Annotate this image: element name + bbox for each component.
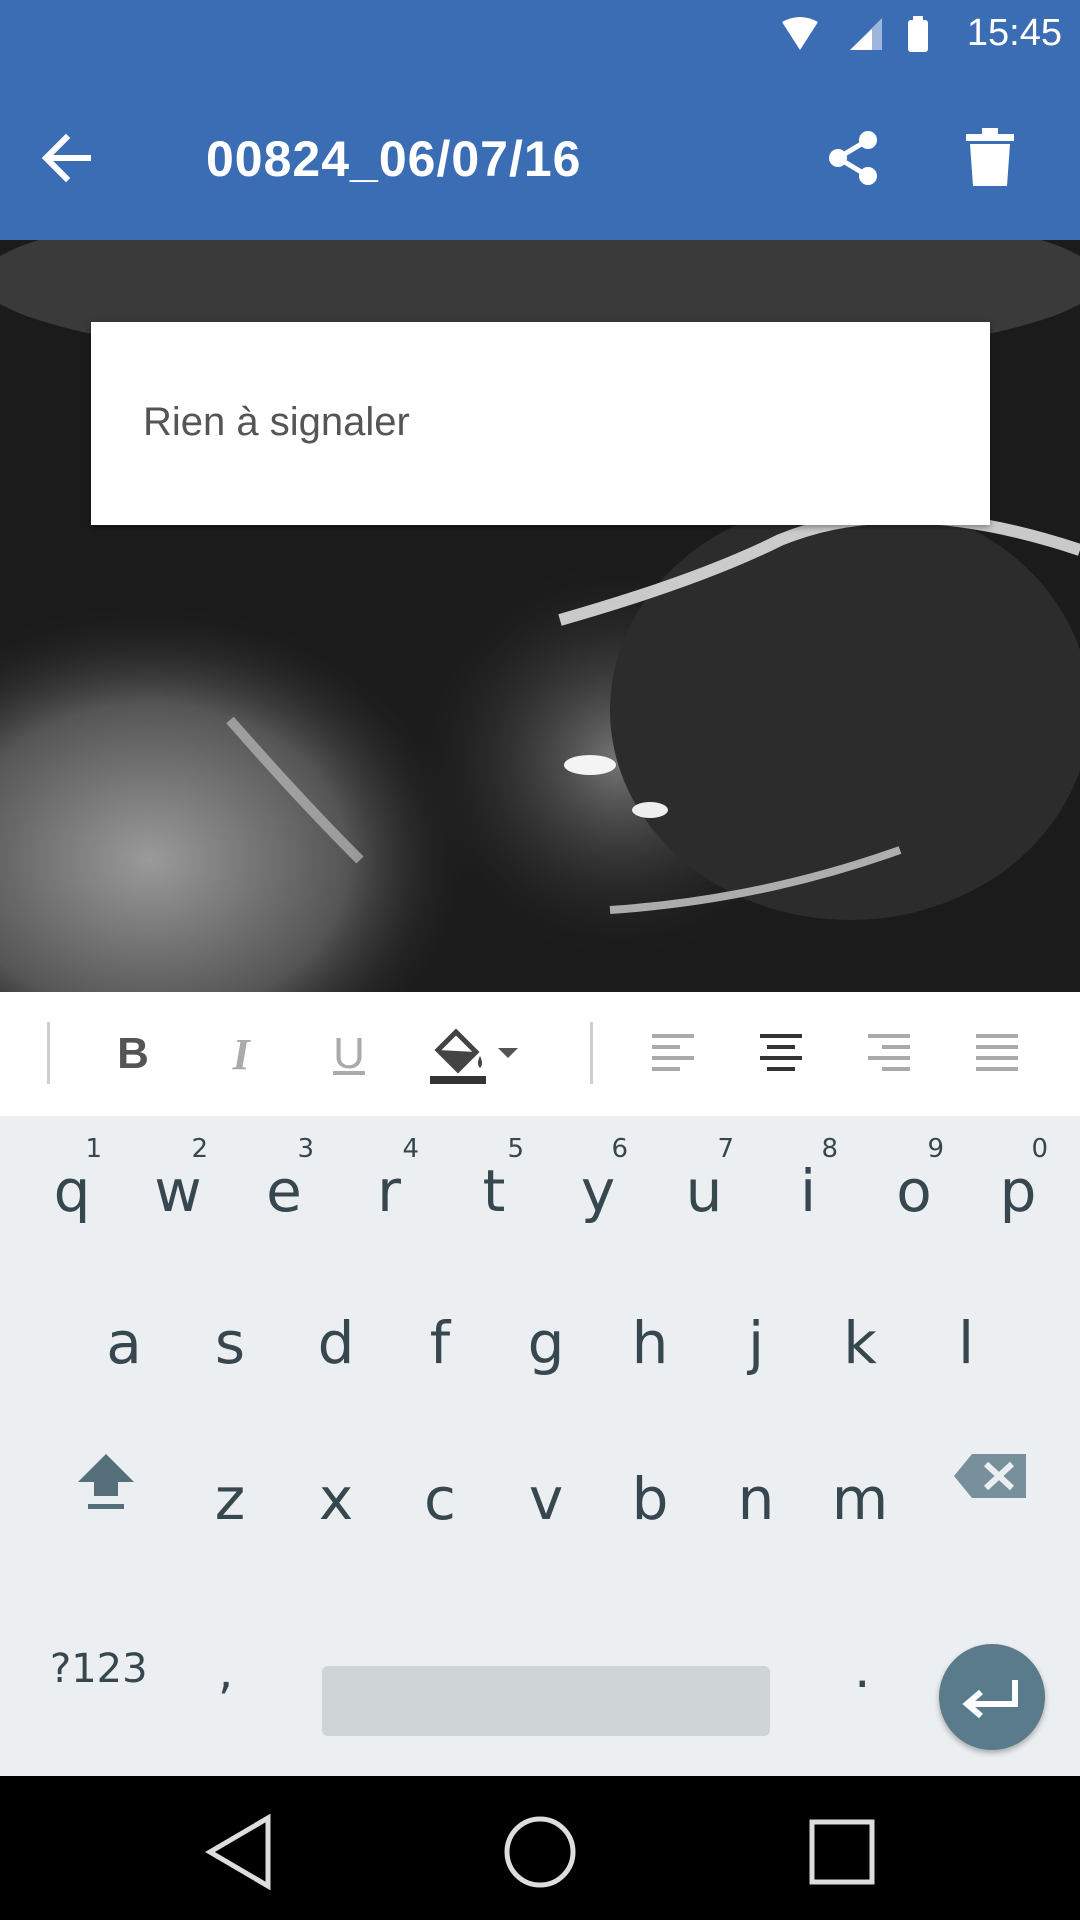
key-t[interactable]: 5t — [442, 1116, 546, 1236]
fill-color-button[interactable] — [428, 1022, 528, 1086]
underline-icon: U — [333, 1029, 365, 1078]
key-v[interactable]: v — [494, 1424, 598, 1544]
delete-button[interactable] — [960, 126, 1020, 190]
key-h[interactable]: h — [598, 1268, 702, 1388]
key-y[interactable]: 6y — [546, 1116, 650, 1236]
key-w[interactable]: 2w — [126, 1116, 230, 1236]
italic-icon: I — [232, 1029, 250, 1079]
key-n[interactable]: n — [704, 1424, 808, 1544]
align-center-button[interactable] — [746, 1022, 816, 1086]
symbols-key[interactable]: ?123 — [50, 1646, 148, 1692]
arrow-left-icon — [41, 133, 91, 183]
key-e[interactable]: 3e — [232, 1116, 336, 1236]
key-i[interactable]: 8i — [756, 1116, 860, 1236]
key-z[interactable]: z — [178, 1424, 282, 1544]
key-q[interactable]: 1q — [20, 1116, 124, 1236]
wifi-icon — [782, 17, 818, 50]
comma-key[interactable]: , — [218, 1644, 233, 1700]
navigation-bar — [0, 1776, 1080, 1920]
nav-home-button[interactable] — [500, 1812, 580, 1892]
shift-key[interactable] — [54, 1416, 158, 1536]
key-p[interactable]: 0p — [966, 1116, 1070, 1236]
nav-back-button[interactable] — [198, 1812, 278, 1892]
underline-button[interactable]: U — [314, 1022, 384, 1086]
enter-icon — [962, 1680, 1018, 1719]
triangle-back-icon — [205, 1813, 271, 1891]
note-card[interactable]: Rien à signaler — [91, 322, 990, 525]
align-right-icon — [868, 1034, 910, 1071]
enter-button[interactable] — [939, 1644, 1045, 1750]
key-a[interactable]: a — [72, 1268, 176, 1388]
key-m[interactable]: m — [808, 1424, 912, 1544]
format-toolbar: B I U — [0, 992, 1080, 1117]
align-justify-icon — [976, 1034, 1018, 1071]
key-f[interactable]: f — [388, 1268, 492, 1388]
shift-icon — [78, 1454, 134, 1509]
cell-signal-icon — [850, 18, 882, 50]
app-bar: 00824_06/07/16 — [0, 72, 1080, 240]
align-left-button[interactable] — [638, 1022, 708, 1086]
key-x[interactable]: x — [284, 1424, 388, 1544]
key-r[interactable]: 4r — [337, 1116, 441, 1236]
page-title: 00824_06/07/16 — [206, 131, 582, 187]
key-l[interactable]: l — [914, 1268, 1018, 1388]
spacebar[interactable] — [322, 1666, 770, 1736]
share-button[interactable] — [824, 128, 884, 188]
italic-button[interactable]: I — [206, 1022, 276, 1086]
key-o[interactable]: 9o — [862, 1116, 966, 1236]
align-right-button[interactable] — [854, 1022, 924, 1086]
square-recents-icon — [809, 1819, 875, 1885]
back-button[interactable] — [36, 126, 100, 190]
key-j[interactable]: j — [704, 1268, 808, 1388]
key-u[interactable]: 7u — [652, 1116, 756, 1236]
status-bar: 15:45 — [0, 0, 1080, 72]
key-c[interactable]: c — [388, 1424, 492, 1544]
period-key[interactable]: . — [854, 1640, 871, 1700]
paint-bucket-icon — [430, 1028, 518, 1084]
align-justify-button[interactable] — [962, 1022, 1032, 1086]
share-icon — [829, 131, 877, 185]
key-s[interactable]: s — [178, 1268, 282, 1388]
backspace-icon — [954, 1454, 1026, 1498]
status-icons — [780, 16, 930, 56]
bold-button[interactable]: B — [98, 1022, 168, 1086]
circle-home-icon — [504, 1816, 576, 1888]
toolbar-divider — [590, 1022, 593, 1084]
key-k[interactable]: k — [808, 1268, 912, 1388]
align-center-icon — [760, 1034, 802, 1071]
soft-keyboard: 1q 2w 3e 4r 5t 6y 7u 8i 9o 0p a s d f g … — [0, 1116, 1080, 1776]
bold-icon: B — [117, 1029, 149, 1078]
status-time: 15:45 — [966, 12, 1062, 54]
battery-icon — [908, 16, 928, 52]
align-left-icon — [652, 1034, 694, 1071]
key-b[interactable]: b — [598, 1424, 702, 1544]
trash-icon — [966, 128, 1014, 186]
backspace-key[interactable] — [940, 1416, 1044, 1536]
nav-recents-button[interactable] — [802, 1812, 882, 1892]
toolbar-divider — [47, 1022, 50, 1084]
key-d[interactable]: d — [284, 1268, 388, 1388]
key-g[interactable]: g — [494, 1268, 598, 1388]
note-text[interactable]: Rien à signaler — [143, 400, 410, 445]
